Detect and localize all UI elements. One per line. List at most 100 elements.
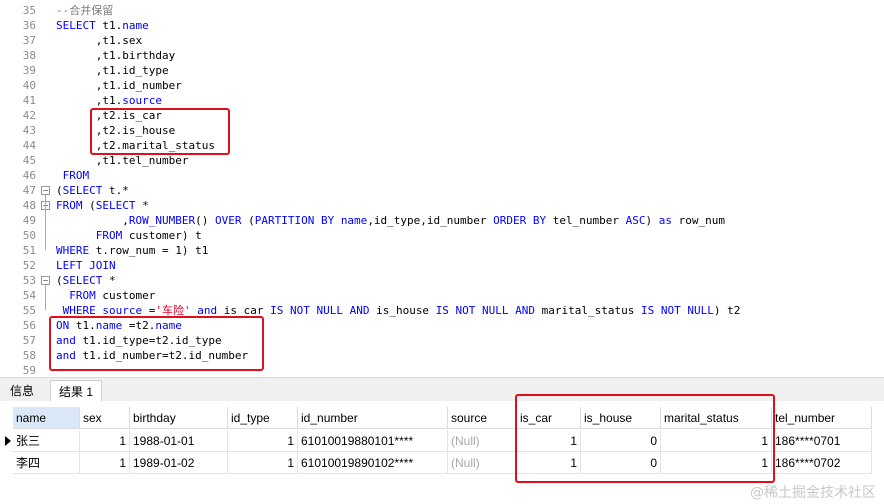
code-token: tel_number <box>552 214 626 227</box>
code-token: OVER <box>214 214 249 227</box>
code-token: ,t1.id_type <box>56 64 169 77</box>
fold-toggle-icon[interactable]: − <box>41 186 50 195</box>
code-text: FROM (SELECT * <box>56 198 149 213</box>
code-token: LEFT JOIN <box>56 259 116 272</box>
highlight-box <box>90 108 230 155</box>
code-text: FROM customer <box>56 288 155 303</box>
line-number: 58 <box>22 349 36 362</box>
code-token: ( <box>56 184 63 197</box>
code-token: t.row_num = 1) t1 <box>95 244 209 257</box>
table-cell[interactable]: 61010019890102**** <box>298 452 448 474</box>
code-text: ,t1.id_type <box>56 63 169 78</box>
code-token: ,t1.tel_number <box>56 154 189 167</box>
code-text: ,t1.sex <box>56 33 142 48</box>
code-token: ,t1.sex <box>56 34 143 47</box>
code-token: SELECT <box>62 274 109 287</box>
column-header-sex[interactable]: sex <box>80 407 130 429</box>
code-line[interactable]: 54 FROM customer <box>0 288 884 303</box>
current-row-arrow-icon <box>5 436 11 446</box>
line-number: 40 <box>22 79 36 92</box>
code-token: FROM <box>56 169 90 182</box>
line-number: 37 <box>22 34 36 47</box>
table-cell[interactable]: (Null) <box>448 452 517 474</box>
code-line[interactable]: 49 ,ROW_NUMBER() OVER (PARTITION BY name… <box>0 213 884 228</box>
code-line[interactable]: 48− FROM (SELECT * <box>0 198 884 213</box>
table-cell[interactable]: 1 <box>80 452 130 474</box>
table-cell[interactable]: 李四 <box>13 452 80 474</box>
column-header-tel-number[interactable]: tel_number <box>772 407 872 429</box>
table-cell[interactable]: 1988-01-01 <box>130 430 228 452</box>
line-number: 52 <box>22 259 36 272</box>
line-number: 49 <box>22 214 36 227</box>
highlight-box <box>515 394 775 483</box>
highlight-box <box>49 316 264 371</box>
line-number: 47 <box>22 184 36 197</box>
code-line[interactable]: 47− (SELECT t.* <box>0 183 884 198</box>
table-cell[interactable]: 张三 <box>13 430 80 452</box>
code-token: source <box>122 94 162 107</box>
code-text: WHERE t.row_num = 1) t1 <box>56 243 208 258</box>
column-header-birthday[interactable]: birthday <box>130 407 228 429</box>
code-line[interactable]: 39 ,t1.id_type <box>0 63 884 78</box>
watermark: @稀土掘金技术社区 <box>750 485 876 501</box>
code-token: FROM <box>56 199 90 212</box>
line-number: 45 <box>22 154 36 167</box>
tab-info[interactable]: 信息 <box>2 380 42 402</box>
column-header-id-number[interactable]: id_number <box>298 407 448 429</box>
table-cell[interactable]: 1989-01-02 <box>130 452 228 474</box>
code-token: PARTITION BY <box>254 214 341 227</box>
code-text: ,ROW_NUMBER() OVER (PARTITION BY name,id… <box>56 213 725 228</box>
code-token: is_house <box>376 304 436 317</box>
column-header-id-type[interactable]: id_type <box>228 407 298 429</box>
line-number: 44 <box>22 139 36 152</box>
column-header-name[interactable]: name <box>13 407 80 429</box>
code-token: --合并保留 <box>56 4 114 17</box>
code-line[interactable]: 41 ,t1.source <box>0 93 884 108</box>
table-cell[interactable]: (Null) <box>448 430 517 452</box>
code-line[interactable]: 36 SELECT t1.name <box>0 18 884 33</box>
code-token: ) <box>645 214 659 227</box>
table-cell[interactable]: 186****0702 <box>772 452 872 474</box>
code-token: ORDER BY <box>493 214 553 227</box>
code-text: FROM <box>56 168 90 183</box>
code-token: t.* <box>108 184 129 197</box>
tab-result-1[interactable]: 结果 1 <box>50 380 103 403</box>
table-cell[interactable]: 61010019880101**** <box>298 430 448 452</box>
code-token: FROM <box>69 289 103 302</box>
line-number: 35 <box>22 4 36 17</box>
code-line[interactable]: 51 WHERE t.row_num = 1) t1 <box>0 243 884 258</box>
line-number: 46 <box>22 169 36 182</box>
line-number: 54 <box>22 289 36 302</box>
code-line[interactable]: 53− (SELECT * <box>0 273 884 288</box>
code-token: ,t1.birthday <box>56 49 176 62</box>
table-cell[interactable]: 1 <box>80 430 130 452</box>
code-line[interactable]: 38 ,t1.birthday <box>0 48 884 63</box>
code-token: row_num <box>678 214 725 227</box>
code-token: name <box>122 19 149 32</box>
code-line[interactable]: 46 FROM <box>0 168 884 183</box>
code-line[interactable]: 37 ,t1.sex <box>0 33 884 48</box>
fold-guide <box>45 195 46 250</box>
code-text: ,t1.source <box>56 93 162 108</box>
code-token: , <box>56 214 129 227</box>
code-line[interactable]: 35 --合并保留 <box>0 3 884 18</box>
fold-toggle-icon[interactable]: − <box>41 276 50 285</box>
code-text: LEFT JOIN <box>56 258 116 273</box>
code-line[interactable]: 45 ,t1.tel_number <box>0 153 884 168</box>
column-header-source[interactable]: source <box>448 407 517 429</box>
table-cell[interactable]: 1 <box>228 430 298 452</box>
code-line[interactable]: 52 LEFT JOIN <box>0 258 884 273</box>
line-number: 42 <box>22 109 36 122</box>
table-cell[interactable]: 1 <box>228 452 298 474</box>
code-token: ,t1. <box>56 94 123 107</box>
line-number: 55 <box>22 304 36 317</box>
code-token: ,id_type,id_number <box>367 214 494 227</box>
code-token: IS NOT NULL AND <box>435 304 542 317</box>
table-cell[interactable]: 186****0701 <box>772 430 872 452</box>
code-token: FROM <box>95 229 129 242</box>
line-number: 53 <box>22 274 36 287</box>
code-line[interactable]: 40 ,t1.id_number <box>0 78 884 93</box>
code-line[interactable]: 50 FROM customer) t <box>0 228 884 243</box>
